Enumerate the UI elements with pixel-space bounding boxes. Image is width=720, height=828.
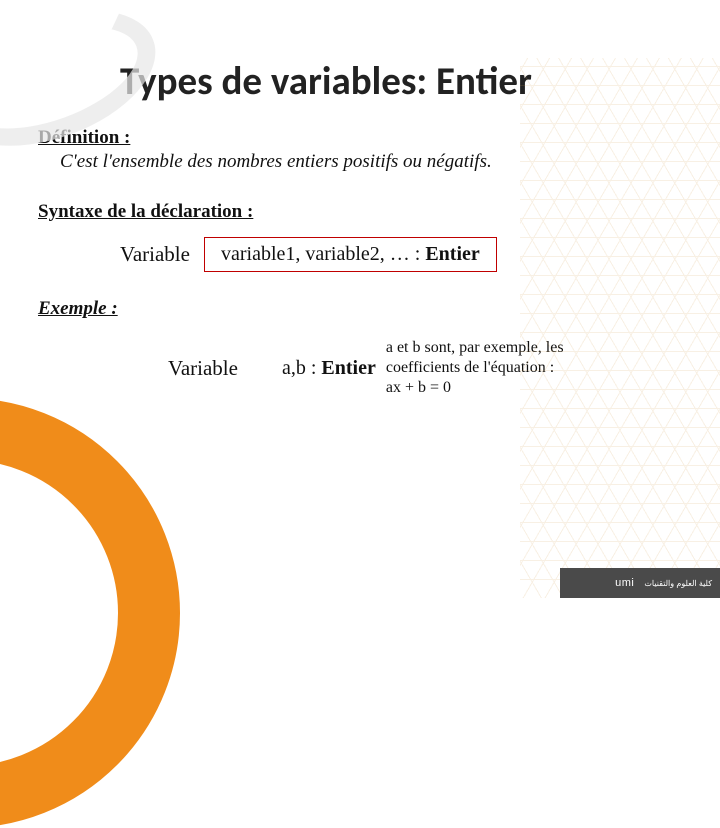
slide-title: Types de variables: Entier xyxy=(120,58,720,105)
example-vars: a,b : xyxy=(282,357,321,379)
footer-logo-umi: umi xyxy=(615,577,634,589)
example-type: Entier xyxy=(321,357,375,379)
definition-heading: Définition : xyxy=(38,127,682,149)
syntax-heading: Syntaxe de la déclaration : xyxy=(38,201,682,223)
orange-curve-decoration xyxy=(0,398,180,828)
syntax-type: Entier xyxy=(425,243,479,265)
footer-logo-faculty: كلية العلوم والتقنيات xyxy=(644,579,712,588)
example-keyword: Variable xyxy=(168,356,238,381)
slide-content: Définition : C'est l'ensemble des nombre… xyxy=(38,127,682,398)
syntax-vars: variable1, variable2, … : xyxy=(221,243,425,265)
syntax-keyword: Variable xyxy=(120,242,190,267)
example-declaration: a,b : Entier xyxy=(282,357,376,380)
example-row: Variable a,b : Entier a et b sont, par e… xyxy=(168,338,682,398)
example-note: a et b sont, par exemple, les coefficien… xyxy=(386,338,571,398)
syntax-declaration: Variable variable1, variable2, … : Entie… xyxy=(120,237,682,272)
definition-text: C'est l'ensemble des nombres entiers pos… xyxy=(60,151,682,173)
example-heading: Exemple : xyxy=(38,298,682,320)
syntax-box: variable1, variable2, … : Entier xyxy=(204,237,497,272)
footer-bar: umi كلية العلوم والتقنيات xyxy=(560,568,720,598)
